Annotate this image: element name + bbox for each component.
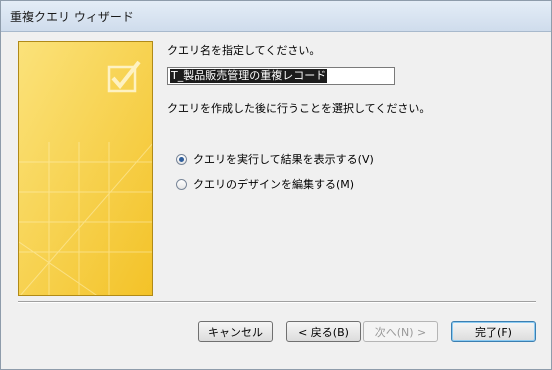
button-separator [18, 301, 536, 303]
query-name-value: T_製品販売管理の重複レコード [170, 69, 328, 83]
finish-button[interactable]: 完了(F) [451, 321, 536, 342]
edit-design-option[interactable]: クエリのデザインを編集する(M) [176, 176, 354, 192]
run-query-label: クエリを実行して結果を表示する(V) [193, 153, 374, 166]
cancel-button[interactable]: キャンセル [198, 321, 273, 342]
radio-checked-icon[interactable] [176, 153, 187, 165]
radio-unchecked-icon[interactable] [176, 178, 187, 190]
wizard-illustration [18, 41, 153, 296]
query-name-label: クエリ名を指定してください。 [167, 44, 321, 57]
run-query-option[interactable]: クエリを実行して結果を表示する(V) [176, 151, 374, 167]
wizard-window: 重複クエリ ウィザード クエリ名を指定してください。 T_製品販売管理の重複レコ… [0, 0, 552, 370]
next-button[interactable]: 次へ(N) > [363, 321, 438, 342]
back-button[interactable]: < 戻る(B) [286, 321, 361, 342]
edit-design-label: クエリのデザインを編集する(M) [193, 178, 355, 191]
title-bar: 重複クエリ ウィザード [1, 1, 551, 32]
query-name-input[interactable]: T_製品販売管理の重複レコード [167, 67, 395, 85]
next-action-label: クエリを作成した後に行うことを選択してください。 [167, 102, 431, 115]
window-title: 重複クエリ ウィザード [10, 10, 134, 24]
